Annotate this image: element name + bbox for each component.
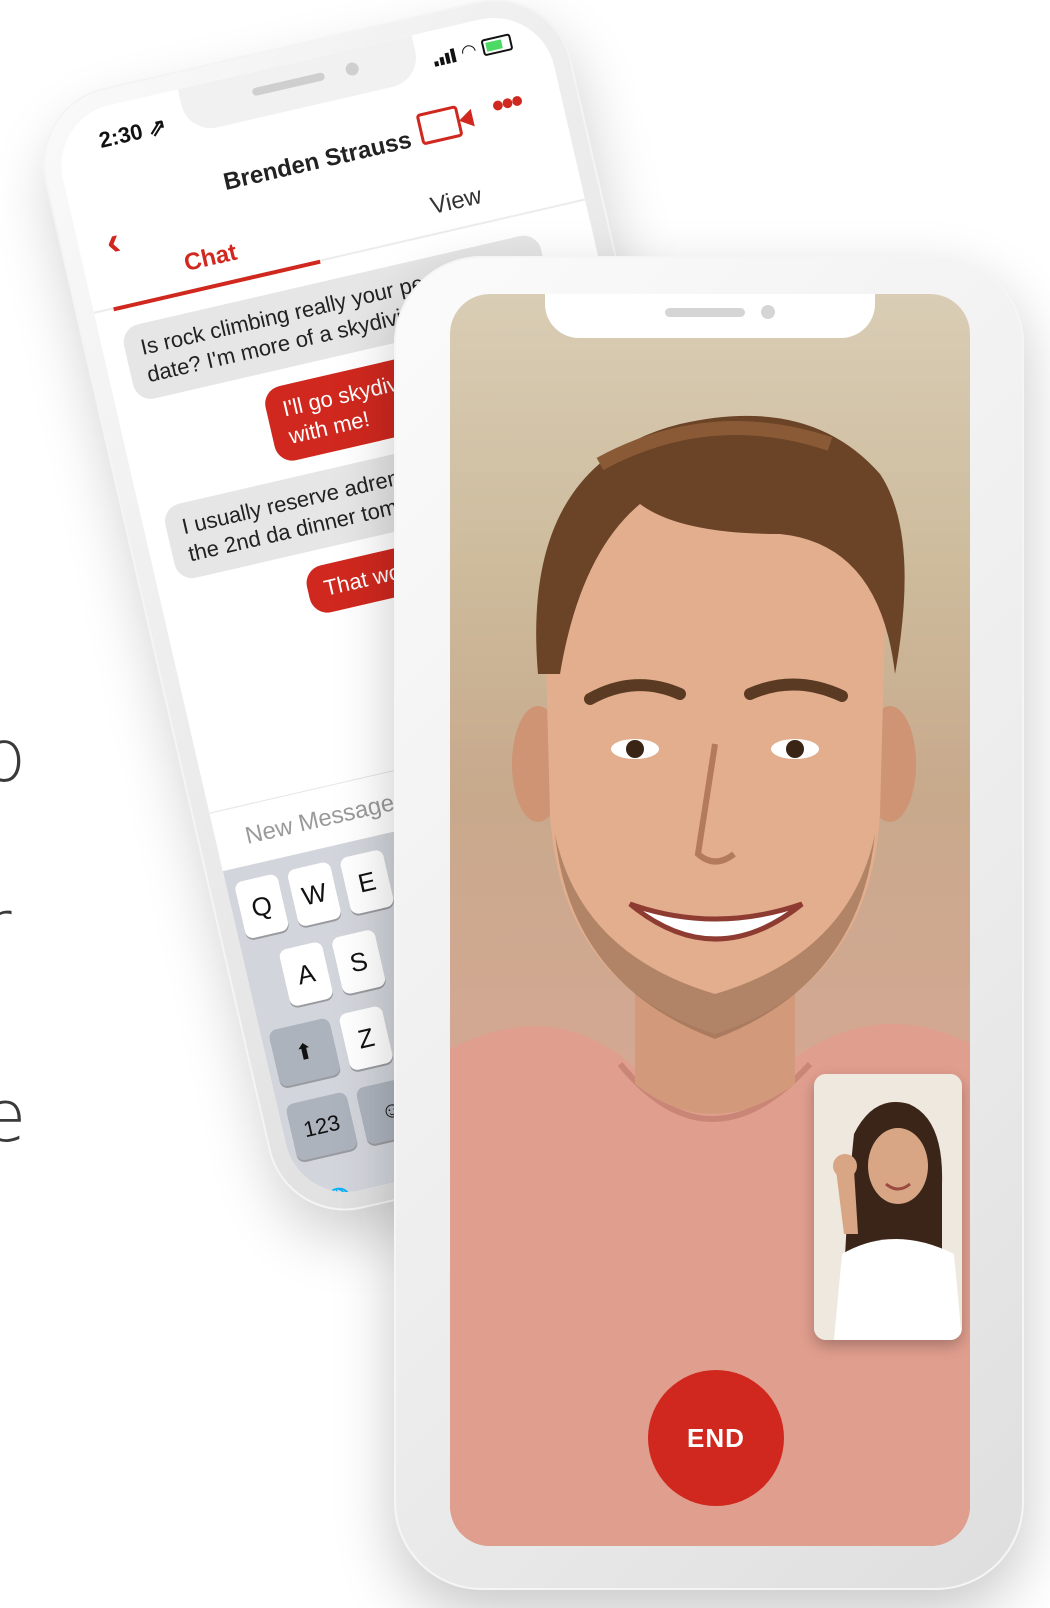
key-s[interactable]: S — [330, 928, 387, 996]
signal-icon — [432, 47, 457, 67]
key-w[interactable]: W — [286, 860, 343, 928]
video-call-phone: END — [394, 256, 1024, 1590]
wifi-icon: ◠ — [458, 39, 479, 63]
key-q[interactable]: Q — [233, 873, 290, 940]
self-view-video[interactable] — [814, 1074, 962, 1340]
more-options-icon[interactable]: ••• — [488, 82, 526, 126]
front-camera — [344, 61, 360, 77]
key-a[interactable]: A — [278, 940, 335, 1008]
background-letter: o — [0, 714, 27, 798]
battery-icon — [480, 33, 514, 57]
speaker-grille — [251, 72, 326, 97]
background-letter: e — [0, 1074, 27, 1158]
self-view-feed — [814, 1074, 962, 1340]
key-z[interactable]: Z — [338, 1005, 395, 1072]
numbers-key[interactable]: 123 — [285, 1091, 359, 1162]
key-e[interactable]: E — [338, 848, 395, 916]
front-camera — [761, 305, 775, 319]
status-icons: ◠ — [432, 31, 514, 69]
video-call-screen: END — [450, 294, 970, 1546]
background-letter: r — [0, 890, 12, 962]
phone-notch — [545, 294, 875, 338]
speaker-grille — [665, 308, 745, 317]
status-time: 2:30 ⇗ — [96, 113, 169, 153]
caller-video-feed — [450, 415, 970, 1546]
end-call-button[interactable]: END — [648, 1370, 784, 1506]
shift-key-icon[interactable]: ⬆ — [267, 1017, 342, 1088]
